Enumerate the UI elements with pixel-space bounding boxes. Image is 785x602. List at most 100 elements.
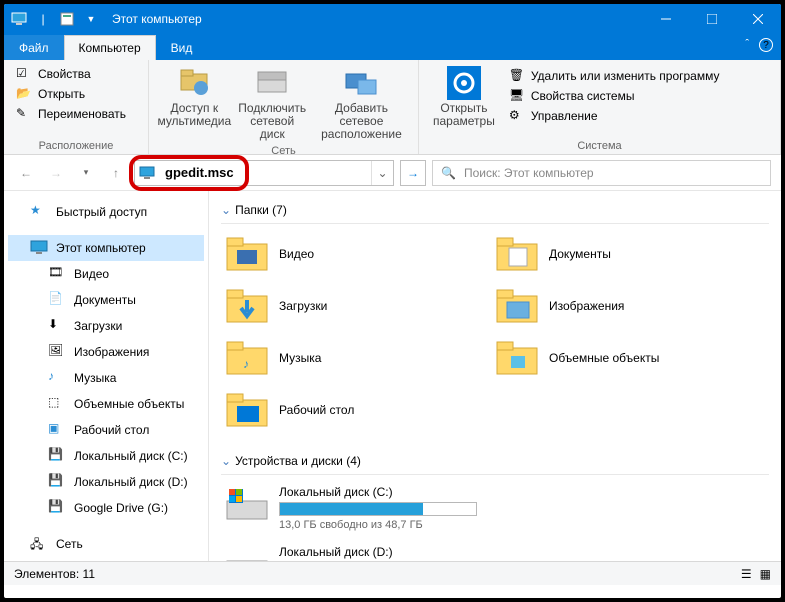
help-icon[interactable]: ? (759, 38, 773, 52)
sidebar-label: Этот компьютер (56, 241, 146, 255)
drive-d[interactable]: Локальный диск (D:) 308 ГБ свободно из 4… (221, 541, 481, 561)
sidebar-label: Сеть (56, 537, 83, 551)
drive-icon (225, 485, 269, 525)
recent-dropdown[interactable]: ▾ (74, 161, 98, 185)
drive-icon (255, 66, 289, 100)
rename-icon: ✎ (16, 106, 32, 122)
folder-label: Музыка (279, 351, 321, 365)
pc-icon (30, 239, 48, 257)
maximize-button[interactable] (689, 4, 735, 34)
add-network-button[interactable]: Добавить сетевое расположение (313, 64, 410, 143)
document-icon: 📄 (48, 291, 66, 309)
sidebar-desktop[interactable]: ▣Рабочий стол (8, 417, 204, 443)
sidebar-label: Быстрый доступ (56, 205, 147, 219)
system-properties-button[interactable]: 🖥Свойства системы (505, 86, 724, 106)
search-box[interactable]: 🔍 Поиск: Этот компьютер (432, 160, 771, 186)
group-layout-label: Расположение (12, 138, 140, 152)
folder-label: Объемные объекты (549, 351, 659, 365)
folder-3d[interactable]: Объемные объекты (491, 334, 731, 382)
address-dropdown[interactable]: ⌄ (371, 161, 393, 185)
search-placeholder: Поиск: Этот компьютер (464, 166, 594, 180)
sidebar-music[interactable]: ♪Музыка (8, 365, 204, 391)
status-bar: Элементов: 11 ☰ ▦ (4, 561, 781, 585)
sidebar-3d[interactable]: ⬚Объемные объекты (8, 391, 204, 417)
back-button[interactable]: ← (14, 161, 38, 185)
folder-documents[interactable]: Документы (491, 230, 731, 278)
properties-button: ☑Свойства (12, 64, 140, 84)
tab-computer[interactable]: Компьютер (64, 35, 156, 60)
sidebar-label: Документы (74, 293, 136, 307)
explorer-window: | ▼ Этот компьютер Файл Компьютер Вид ˆ … (0, 0, 785, 602)
folder-pictures[interactable]: Изображения (491, 282, 731, 330)
sidebar-downloads[interactable]: ⬇Загрузки (8, 313, 204, 339)
manage-label: Управление (531, 109, 598, 123)
chevron-down-icon: ⌄ (221, 454, 231, 468)
folder-videos[interactable]: Видео (221, 230, 461, 278)
drives-grid: Локальный диск (C:) 13,0 ГБ свободно из … (221, 481, 769, 561)
up-button[interactable]: ↑ (104, 161, 128, 185)
minimize-button[interactable] (643, 4, 689, 34)
tab-file[interactable]: Файл (4, 35, 64, 60)
qat-separator: | (34, 10, 52, 28)
folder-icon (225, 234, 269, 274)
network-icon: 🖧 (30, 535, 48, 553)
open-settings-button[interactable]: Открыть параметры (427, 64, 501, 130)
sidebar-this-pc[interactable]: Этот компьютер (8, 235, 204, 261)
media-icon (177, 66, 211, 100)
search-icon: 🔍 (441, 166, 456, 180)
network-loc-icon (344, 66, 378, 100)
disk-icon: 💾 (48, 473, 66, 491)
section-title: Устройства и диски (4) (235, 454, 361, 468)
svg-text:♪: ♪ (243, 357, 249, 371)
pc-small-icon (135, 165, 159, 181)
folders-section-header[interactable]: ⌄Папки (7) (221, 197, 769, 224)
folder-icon (495, 338, 539, 378)
drive-usage-bar (279, 502, 477, 516)
address-input[interactable] (159, 165, 371, 180)
address-row: ← → ▾ ↑ ⌄ → 🔍 Поиск: Этот компьютер (4, 155, 781, 191)
drive-c[interactable]: Локальный диск (C:) 13,0 ГБ свободно из … (221, 481, 481, 535)
sidebar-quick-access[interactable]: ★Быстрый доступ (8, 199, 204, 225)
media-access-label: Доступ к мультимедиа (157, 102, 231, 128)
sidebar-label: Изображения (74, 345, 149, 359)
qat-dropdown-icon[interactable]: ▼ (82, 10, 100, 28)
group-network-label: Сеть (157, 143, 410, 157)
map-drive-button[interactable]: Подключить сетевой диск (236, 64, 309, 143)
media-access-button[interactable]: Доступ к мультимедиа (157, 64, 232, 130)
sidebar-videos[interactable]: 🎞Видео (8, 261, 204, 287)
folder-desktop[interactable]: Рабочий стол (221, 386, 461, 434)
details-view-button[interactable]: ☰ (741, 567, 752, 581)
folder-icon: ♪ (225, 338, 269, 378)
sidebar-gdrive[interactable]: 💾Google Drive (G:) (8, 495, 204, 521)
tab-view[interactable]: Вид (156, 35, 208, 60)
content-pane: ⌄Папки (7) Видео Документы Загрузки Изоб… (209, 191, 781, 561)
ribbon-collapse[interactable]: ˆ ? (745, 38, 773, 52)
properties-label: Свойства (38, 67, 91, 81)
forward-button[interactable]: → (44, 161, 68, 185)
go-button[interactable]: → (400, 160, 426, 186)
sidebar-disk-d[interactable]: 💾Локальный диск (D:) (8, 469, 204, 495)
uninstall-button[interactable]: 🗑Удалить или изменить программу (505, 66, 724, 86)
properties-icon[interactable] (58, 10, 76, 28)
folder-icon (495, 234, 539, 274)
sidebar-network[interactable]: 🖧 Сеть (8, 531, 204, 557)
disk-icon: 💾 (48, 447, 66, 465)
address-bar[interactable]: ⌄ (134, 160, 394, 186)
close-button[interactable] (735, 4, 781, 34)
picture-icon: 🖼 (48, 343, 66, 361)
manage-button[interactable]: ⚙Управление (505, 106, 724, 126)
sidebar-disk-c[interactable]: 💾Локальный диск (C:) (8, 443, 204, 469)
tiles-view-button[interactable]: ▦ (760, 567, 771, 581)
folders-grid: Видео Документы Загрузки Изображения ♪ Му… (221, 230, 769, 434)
devices-section-header[interactable]: ⌄ Устройства и диски (4) (221, 448, 769, 475)
sidebar-pictures[interactable]: 🖼 Изображения (8, 339, 204, 365)
folder-icon (225, 390, 269, 430)
sidebar-documents[interactable]: 📄 Документы (8, 287, 204, 313)
open-label: Открыть (38, 87, 85, 101)
ribbon: ☑Свойства 📂Открыть ✎Переименовать Распол… (4, 60, 781, 155)
folder-downloads[interactable]: Загрузки (221, 282, 461, 330)
folder-icon (495, 286, 539, 326)
navigation-pane: ★Быстрый доступ Этот компьютер 🎞Видео 📄 Д… (4, 191, 209, 561)
folder-music[interactable]: ♪ Музыка (221, 334, 461, 382)
titlebar: | ▼ Этот компьютер (4, 4, 781, 34)
